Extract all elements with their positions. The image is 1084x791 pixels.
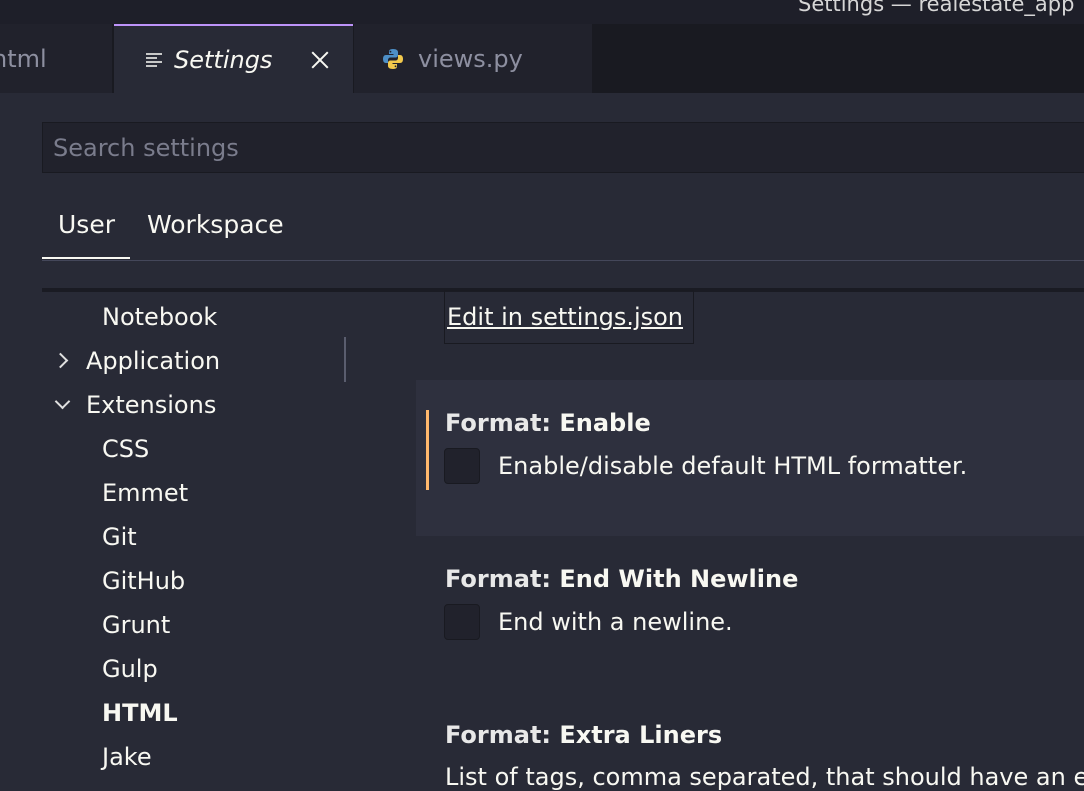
- settings-scope-tabs: User Workspace: [42, 200, 1084, 261]
- setting-name: End With Newline: [559, 565, 799, 593]
- tree-item-emmet[interactable]: Emmet: [102, 479, 188, 507]
- tree-item-grunt[interactable]: Grunt: [102, 611, 170, 639]
- tree-item-git[interactable]: Git: [102, 523, 137, 551]
- tab-views-py[interactable]: views.py: [354, 24, 592, 93]
- active-scope-indicator: [42, 257, 130, 259]
- tree-item-css[interactable]: CSS: [102, 435, 149, 463]
- tab-settings-label: Settings: [174, 45, 273, 74]
- chevron-down-icon[interactable]: [54, 393, 71, 410]
- tree-item-html[interactable]: HTML: [102, 699, 178, 727]
- setting-description: Enable/disable default HTML formatter.: [498, 452, 968, 480]
- setting-description: End with a newline.: [498, 608, 733, 636]
- settings-file-icon: [146, 52, 162, 68]
- tree-item-gulp[interactable]: Gulp: [102, 655, 158, 683]
- tree-item-application[interactable]: Application: [86, 347, 220, 375]
- end-with-newline-checkbox[interactable]: [444, 604, 480, 640]
- tab-workspace[interactable]: Workspace: [147, 210, 284, 239]
- editor-tab-bar: html Settings views.py: [0, 24, 1084, 93]
- tree-item-extensions[interactable]: Extensions: [86, 391, 216, 419]
- tab-user[interactable]: User: [58, 210, 115, 239]
- tab-settings[interactable]: Settings: [114, 24, 353, 93]
- window-title: Settings — realestate_app: [798, 0, 1075, 16]
- setting-title-extra-liners: Format: Extra Liners: [445, 721, 722, 749]
- tree-scroll-indicator: [344, 337, 346, 382]
- tab-html[interactable]: html: [0, 24, 113, 93]
- setting-description: List of tags, comma separated, that shou…: [445, 763, 1084, 791]
- python-icon: [383, 48, 403, 69]
- setting-category: Format:: [445, 721, 560, 749]
- chevron-right-icon[interactable]: [52, 352, 69, 369]
- modified-indicator: [426, 410, 429, 490]
- setting-category: Format:: [445, 409, 560, 437]
- setting-name: Extra Liners: [559, 721, 723, 749]
- setting-category: Format:: [445, 565, 560, 593]
- tree-item-jake[interactable]: Jake: [102, 743, 152, 771]
- setting-name: Enable: [559, 409, 651, 437]
- edit-in-settings-json-link[interactable]: Edit in settings.json: [444, 290, 694, 344]
- title-bar: Settings — realestate_app: [0, 0, 1084, 24]
- format-enable-checkbox[interactable]: [444, 448, 480, 484]
- tab-views-py-label: views.py: [418, 44, 523, 73]
- setting-title-end-with-newline: Format: End With Newline: [445, 565, 798, 593]
- tree-item-notebook[interactable]: Notebook: [102, 303, 217, 331]
- close-icon[interactable]: [309, 49, 331, 71]
- tab-html-label: html: [0, 44, 47, 73]
- search-settings-input[interactable]: Search settings: [42, 122, 1084, 173]
- setting-title-format-enable: Format: Enable: [445, 409, 651, 437]
- tree-item-github[interactable]: GitHub: [102, 567, 185, 595]
